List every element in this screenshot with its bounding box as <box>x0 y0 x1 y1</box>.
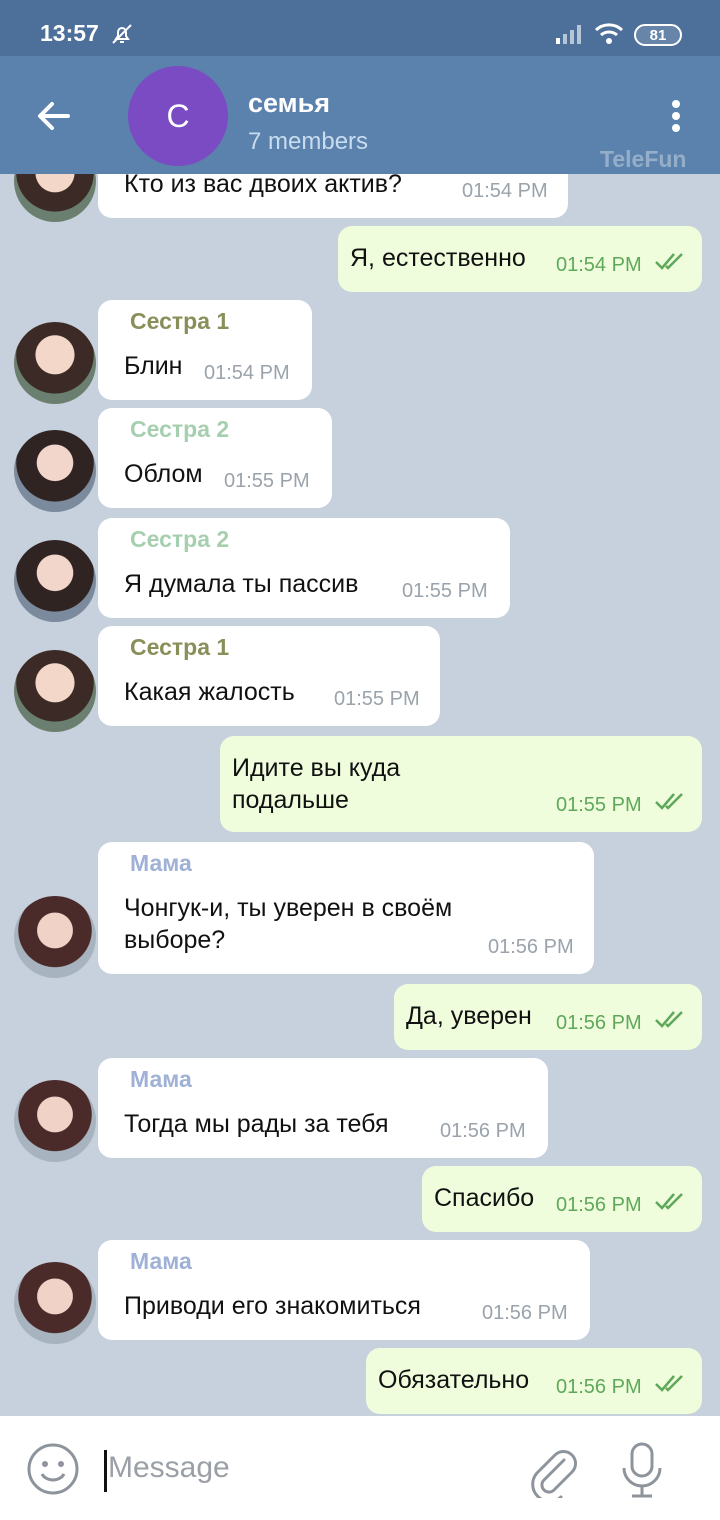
message-bubble[interactable]: Мама Приводи его знакомиться 01:56 PM <box>98 1240 590 1340</box>
message-time: 01:54 PM <box>556 254 642 276</box>
message-text: Приводи его знакомиться <box>124 1292 421 1320</box>
message-time: 01:56 PM <box>440 1120 526 1142</box>
message-bubble[interactable]: Мама Тогда мы рады за тебя 01:56 PM <box>98 1058 548 1158</box>
message-time: 01:54 PM <box>204 362 290 384</box>
message-time: 01:56 PM <box>482 1302 568 1324</box>
avatar[interactable] <box>14 174 96 222</box>
message-text: Кто из вас двоих актив? <box>124 174 402 198</box>
sender-name[interactable]: Сестра 2 <box>130 526 229 553</box>
sender-name[interactable]: Сестра 1 <box>130 308 229 335</box>
message-bubble[interactable]: Сестра 2 Я думала ты пассив 01:55 PM <box>98 518 510 618</box>
message-bubble[interactable]: Мама Чонгук-и, ты уверен в своём выборе?… <box>98 842 594 974</box>
message-time: 01:55 PM <box>402 580 488 602</box>
sender-name[interactable]: Сестра 1 <box>130 634 229 661</box>
message-text-line-2: выборе? <box>124 926 226 954</box>
message-bubble[interactable]: Сестра 1 Блин 01:54 PM <box>98 300 312 400</box>
message-text-line-1: Идите вы куда <box>232 754 401 782</box>
message-input[interactable] <box>104 1442 504 1494</box>
avatar[interactable] <box>14 540 96 622</box>
message-text: Обязательно <box>378 1366 530 1394</box>
sender-name[interactable]: Сестра 2 <box>130 416 229 443</box>
message-text: Блин <box>124 352 183 380</box>
message-bubble[interactable]: Сестра 2 Облом 01:55 PM <box>98 408 332 508</box>
message-time: 01:55 PM <box>224 470 310 492</box>
back-arrow-icon[interactable] <box>34 96 74 141</box>
message-time: 01:56 PM <box>556 1376 642 1398</box>
muted-bell-icon <box>110 22 134 51</box>
message-text: Какая жалость <box>124 678 295 706</box>
watermark: TeleFun <box>600 146 687 172</box>
wifi-icon <box>594 22 624 51</box>
message-time: 01:55 PM <box>334 688 420 710</box>
message-text: Спасибо <box>434 1184 535 1212</box>
avatar[interactable] <box>14 1262 96 1344</box>
group-title[interactable]: семья <box>248 88 330 119</box>
sender-name[interactable]: Мама <box>130 850 192 877</box>
double-check-icon <box>654 1190 688 1217</box>
battery-indicator: 81 <box>634 24 682 46</box>
message-bubble[interactable]: Обязательно 01:56 PM <box>366 1348 702 1414</box>
sender-name[interactable]: Мама <box>130 1248 192 1275</box>
message-text: Я, естественно <box>350 244 526 272</box>
status-time: 13:57 <box>40 20 99 46</box>
message-input-bar <box>0 1416 720 1520</box>
avatar[interactable] <box>14 322 96 404</box>
message-time: 01:56 PM <box>488 936 574 958</box>
double-check-icon <box>654 790 688 817</box>
message-bubble[interactable]: Да, уверен 01:56 PM <box>394 984 702 1050</box>
message-bubble[interactable]: Кто из вас двоих актив? 01:54 PM <box>98 174 568 218</box>
group-avatar-letter: С <box>166 97 190 134</box>
group-avatar[interactable]: С <box>128 66 228 166</box>
status-bar: 13:57 81 <box>0 0 720 56</box>
signal-icon <box>556 24 586 49</box>
double-check-icon <box>654 250 688 277</box>
message-bubble[interactable]: Я, естественно 01:54 PM <box>338 226 702 292</box>
message-text-line-2: подальше <box>232 786 349 814</box>
paperclip-icon[interactable] <box>526 1442 578 1503</box>
more-vert-icon[interactable] <box>668 98 684 143</box>
message-text: Я думала ты пассив <box>124 570 359 598</box>
avatar[interactable] <box>14 650 96 732</box>
message-bubble[interactable]: Идите вы куда подальше 01:55 PM <box>220 736 702 832</box>
chat-header: С семья 7 members TeleFun <box>0 56 720 174</box>
message-bubble[interactable]: Сестра 1 Какая жалость 01:55 PM <box>98 626 440 726</box>
group-members-count[interactable]: 7 members <box>248 128 368 156</box>
sender-name[interactable]: Мама <box>130 1066 192 1093</box>
message-text: Облом <box>124 460 203 488</box>
chat-messages[interactable]: Кто из вас двоих актив? 01:54 PM Я, есте… <box>0 174 720 1416</box>
double-check-icon <box>654 1372 688 1399</box>
avatar[interactable] <box>14 1080 96 1162</box>
avatar[interactable] <box>14 896 96 978</box>
message-time: 01:54 PM <box>462 180 548 202</box>
emoji-icon[interactable] <box>26 1442 80 1501</box>
message-time: 01:56 PM <box>556 1012 642 1034</box>
message-time: 01:55 PM <box>556 794 642 816</box>
double-check-icon <box>654 1008 688 1035</box>
message-time: 01:56 PM <box>556 1194 642 1216</box>
message-bubble[interactable]: Спасибо 01:56 PM <box>422 1166 702 1232</box>
message-text: Тогда мы рады за тебя <box>124 1110 389 1138</box>
message-text-line-1: Чонгук-и, ты уверен в своём <box>124 894 453 922</box>
avatar[interactable] <box>14 430 96 512</box>
microphone-icon[interactable] <box>620 1440 664 1505</box>
message-text: Да, уверен <box>406 1002 532 1030</box>
